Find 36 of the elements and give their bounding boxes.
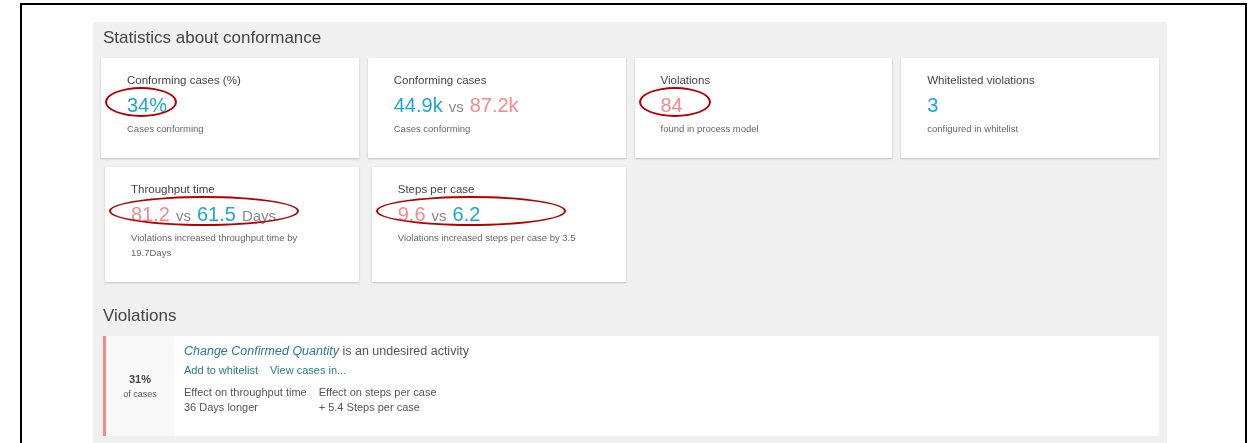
metric-value: 3 xyxy=(927,94,939,117)
card-title: Violations xyxy=(660,74,712,86)
metric-value: Days xyxy=(241,207,277,224)
effect-value: 36 Days longer xyxy=(184,401,259,413)
card-caption: Violations increased throughput time by 19.7Days xyxy=(131,231,299,261)
card-caption: Cases conforming xyxy=(127,122,205,136)
metric-value: vs xyxy=(175,207,191,224)
share-caption: of cases xyxy=(123,389,157,399)
card-caption: Cases conforming xyxy=(393,122,472,136)
effect-label: Effect on steps per case xyxy=(318,386,437,398)
effect-label: Effect on throughput time xyxy=(184,386,307,398)
metric-value: 84 xyxy=(660,94,683,117)
metric-value: vs xyxy=(448,98,464,115)
card-title: Conforming cases xyxy=(393,74,488,86)
card-caption: configured in whitelist xyxy=(927,122,1020,136)
metric-value: 34% xyxy=(127,94,168,117)
metric-value: 44.9k xyxy=(393,94,443,117)
section-title: Statistics about conformance xyxy=(102,27,323,49)
card-caption: Violations increased steps per case by 3.5 xyxy=(397,231,577,245)
metric-value: 61.5 xyxy=(196,203,236,226)
metric-value: 87.2k xyxy=(469,94,519,117)
section-title: Violations xyxy=(102,305,178,327)
metric-value: 6.2 xyxy=(452,203,481,226)
card-title: Steps per case xyxy=(397,183,476,195)
metric-value: 81.2 xyxy=(131,203,170,226)
metric-value: vs xyxy=(431,207,447,224)
card-title: Whitelisted violations xyxy=(927,74,1036,86)
card-title: Throughput time xyxy=(131,183,216,195)
metric-value: 9.6 xyxy=(397,203,426,226)
share-value: 31% xyxy=(129,373,151,385)
card-caption: found in process model xyxy=(660,122,760,136)
card-title: Conforming cases (%) xyxy=(127,74,242,86)
action-link[interactable]: Add to whitelist xyxy=(184,364,258,376)
effect-value: + 5.4 Steps per case xyxy=(318,401,421,413)
action-link[interactable]: View cases in... xyxy=(270,364,347,376)
violation-description: Change Confirmed Quantity is an undesired activity xyxy=(184,344,469,358)
